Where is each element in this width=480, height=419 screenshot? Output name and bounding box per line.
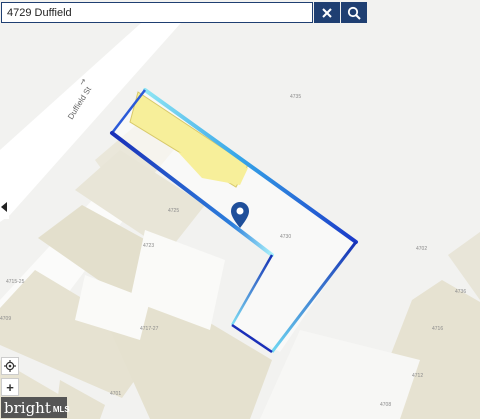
panel-toggle-button[interactable] — [0, 195, 9, 219]
locate-me-button[interactable] — [1, 357, 19, 375]
parcel-number: 4735 — [290, 94, 301, 100]
parcel-number: 4716 — [432, 326, 443, 332]
chevron-left-icon — [1, 202, 7, 212]
clear-search-button[interactable] — [314, 2, 340, 23]
parcel-number: 4717-27 — [140, 326, 159, 332]
parcel-number: 4708 — [380, 402, 391, 408]
parcel-number: 4736 — [455, 289, 466, 295]
parcel-number: 4701 — [110, 391, 121, 397]
parcel-number: 4730 — [280, 234, 291, 240]
zoom-in-button[interactable]: + — [1, 378, 19, 396]
map-canvas[interactable]: Duffield St → 4735 4725 4730 4723 4715-2… — [0, 0, 480, 419]
parcel-number: 4723 — [143, 243, 154, 249]
parcel-number: 4712 — [412, 373, 423, 379]
search-button[interactable] — [341, 2, 367, 23]
bright-mls-logo: bright MLS — [1, 397, 70, 418]
parcel-number: 4715-25 — [6, 279, 25, 285]
parcel-number: 4709 — [0, 316, 11, 322]
parcel-number: 4702 — [416, 246, 427, 252]
search-icon — [347, 6, 361, 20]
plus-icon: + — [6, 379, 14, 395]
search-input-value: 4729 Duffield — [7, 6, 72, 19]
parcel-number: 4725 — [168, 208, 179, 214]
crosshair-icon — [4, 360, 16, 372]
search-input[interactable]: 4729 Duffield — [1, 2, 313, 23]
close-icon — [322, 7, 332, 18]
